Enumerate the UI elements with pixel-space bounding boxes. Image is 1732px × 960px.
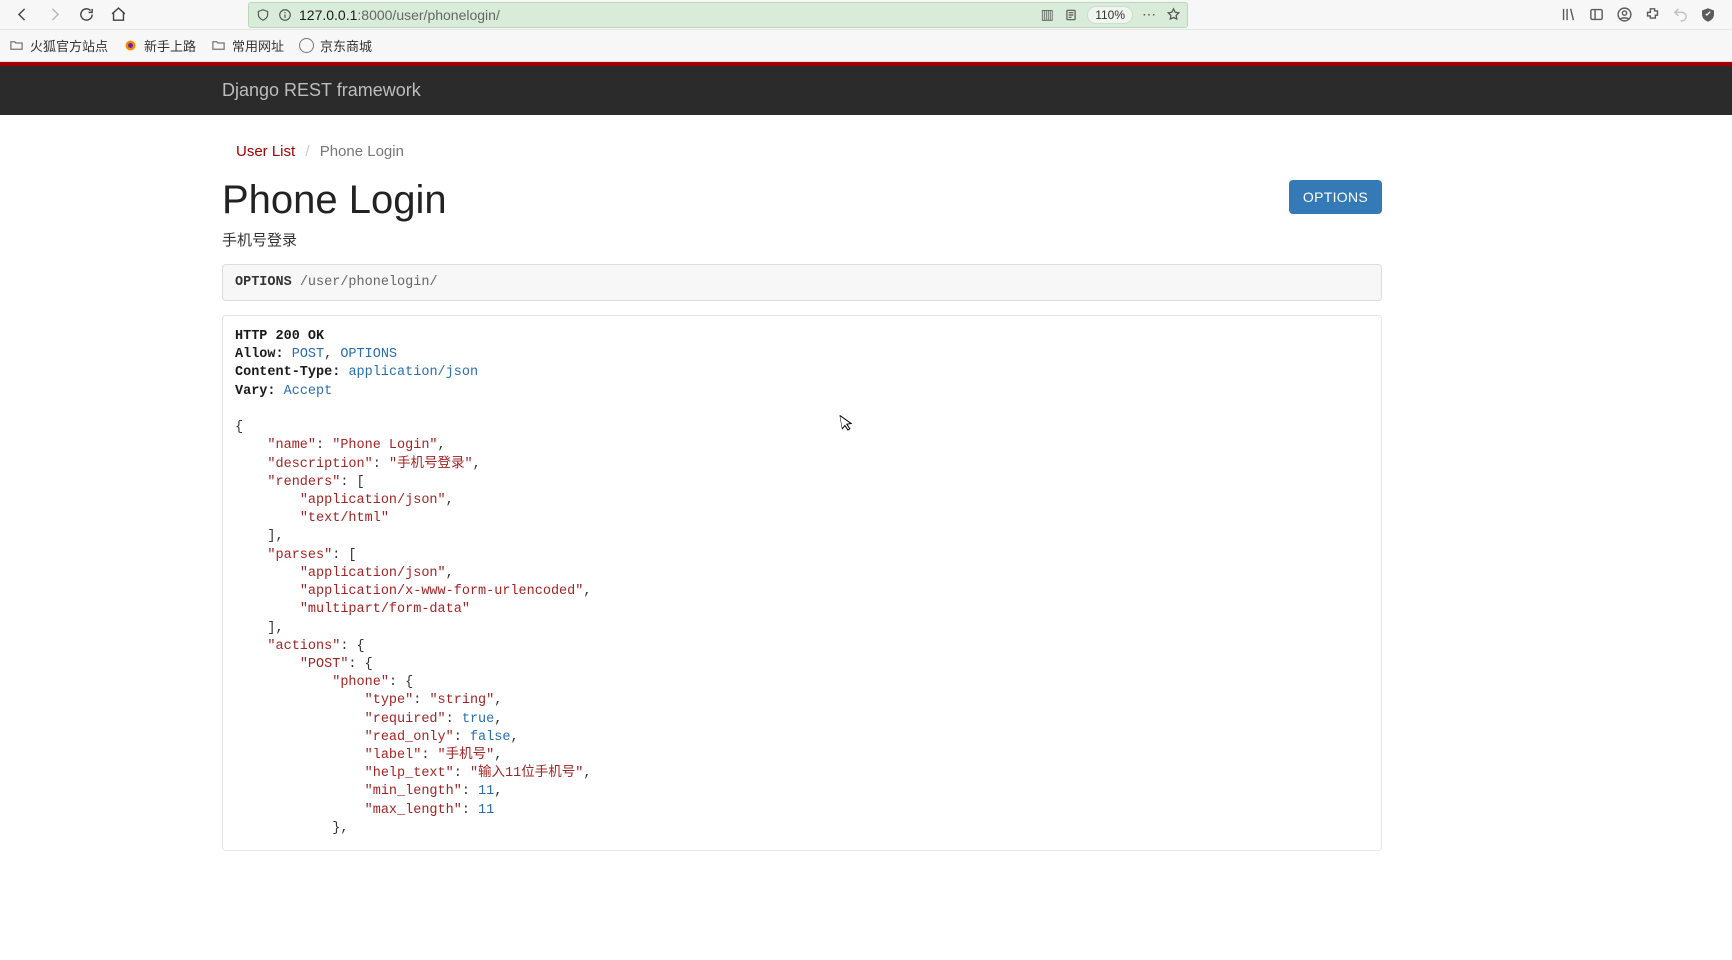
- bookmark-label: 京东商城: [320, 36, 372, 55]
- browser-toolbar: 127.0.0.1:8000/user/phonelogin/ ▥ 110% ⋯: [0, 0, 1732, 30]
- response-pretty: HTTP 200 OK Allow: POST, OPTIONS Content…: [235, 328, 1369, 838]
- bookmark-item-jd[interactable]: 京东商城: [298, 36, 372, 55]
- account-icon[interactable]: [1614, 5, 1634, 25]
- nav-home-button[interactable]: [104, 2, 132, 28]
- folder-icon: [8, 38, 24, 54]
- page-subtitle: 手机号登录: [222, 229, 447, 250]
- nav-reload-button[interactable]: [72, 2, 100, 28]
- bookmark-label: 新手上路: [144, 36, 196, 55]
- arrow-right-icon: [46, 6, 63, 23]
- security-shield-icon[interactable]: [1698, 5, 1718, 25]
- breadcrumb: User List / Phone Login: [236, 143, 1382, 160]
- undo-icon[interactable]: [1670, 5, 1690, 25]
- page: Django REST framework User List / Phone …: [0, 62, 1732, 851]
- bookmark-item-firefox[interactable]: 火狐官方站点: [8, 36, 108, 55]
- breadcrumb-separator: /: [305, 143, 309, 160]
- tracking-shield-icon: [255, 7, 271, 23]
- reload-icon: [78, 6, 95, 23]
- url-bar[interactable]: 127.0.0.1:8000/user/phonelogin/ ▥ 110% ⋯: [248, 2, 1188, 28]
- nav-back-button[interactable]: [8, 2, 36, 28]
- request-method: OPTIONS: [235, 275, 292, 290]
- reader-view-icon[interactable]: [1063, 7, 1079, 23]
- bookmark-item-common[interactable]: 常用网址: [210, 36, 284, 55]
- page-title: Phone Login: [222, 178, 447, 223]
- bookmark-item-getting-started[interactable]: 新手上路: [122, 36, 196, 55]
- library-icon[interactable]: [1558, 5, 1578, 25]
- request-path: /user/phonelogin/: [300, 275, 438, 290]
- extension-icon[interactable]: [1642, 5, 1662, 25]
- drf-navbar: Django REST framework: [0, 66, 1732, 115]
- folder-icon: [210, 38, 226, 54]
- qr-icon[interactable]: ▥: [1039, 7, 1055, 23]
- breadcrumb-current: Phone Login: [320, 143, 404, 160]
- toolbar-right: [1558, 5, 1724, 25]
- firefox-icon: [122, 38, 138, 54]
- request-info: OPTIONS /user/phonelogin/: [222, 264, 1382, 301]
- bookmarks-bar: 火狐官方站点 新手上路 常用网址 京东商城: [0, 30, 1732, 62]
- navbar-brand-link[interactable]: Django REST framework: [222, 80, 421, 101]
- page-actions-icon[interactable]: ⋯: [1141, 7, 1157, 23]
- url-text: 127.0.0.1:8000/user/phonelogin/: [299, 7, 500, 23]
- zoom-badge[interactable]: 110%: [1087, 6, 1133, 24]
- nav-forward-button[interactable]: [40, 2, 68, 28]
- response-block: HTTP 200 OK Allow: POST, OPTIONS Content…: [222, 315, 1382, 851]
- bookmark-label: 常用网址: [232, 36, 284, 55]
- content: User List / Phone Login Phone Login 手机号登…: [222, 115, 1382, 851]
- urlbar-right: ▥ 110% ⋯: [1039, 6, 1181, 24]
- site-info-icon[interactable]: [277, 7, 293, 23]
- bookmark-star-icon[interactable]: [1165, 7, 1181, 23]
- options-button[interactable]: OPTIONS: [1289, 180, 1382, 214]
- arrow-left-icon: [14, 6, 31, 23]
- bookmark-label: 火狐官方站点: [30, 36, 108, 55]
- breadcrumb-link-userlist[interactable]: User List: [236, 143, 295, 160]
- sidebar-icon[interactable]: [1586, 5, 1606, 25]
- home-icon: [110, 6, 127, 23]
- globe-icon: [298, 38, 314, 54]
- page-header: Phone Login 手机号登录 OPTIONS: [222, 178, 1382, 264]
